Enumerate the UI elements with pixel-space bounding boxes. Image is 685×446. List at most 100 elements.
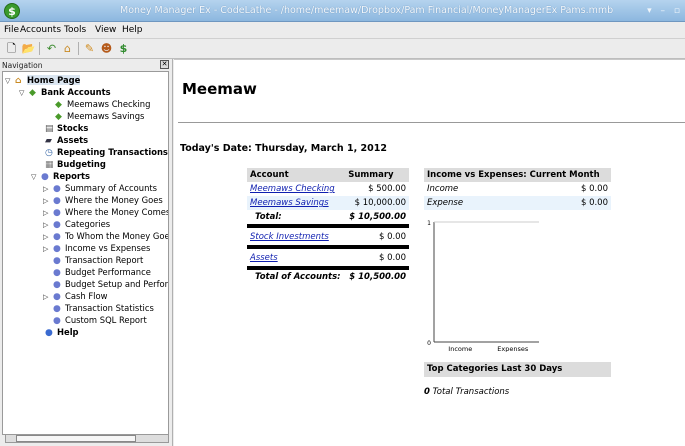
table-row: Stock Investments $ 0.00	[247, 228, 409, 245]
nav-item-label: To Whom the Money Goes	[65, 231, 169, 241]
nav-item-to-whom-money-goes[interactable]: ▷ ● To Whom the Money Goes	[43, 230, 169, 242]
nav-item-income-vs-expenses[interactable]: ▷ ● Income vs Expenses	[43, 242, 150, 254]
toolbar-separator	[78, 42, 79, 55]
navigation-header: Navigation	[2, 61, 43, 70]
nav-item-reports[interactable]: ▽ ● Reports	[31, 170, 90, 182]
nav-item-cash-flow[interactable]: ▷ ● Cash Flow	[43, 290, 107, 302]
income-label: Income	[427, 184, 459, 194]
nav-item-where-money-goes[interactable]: ▷ ● Where the Money Goes	[43, 194, 163, 206]
nav-item-categories[interactable]: ▷ ● Categories	[43, 218, 110, 230]
window-controls[interactable]: ▾ – ▫	[647, 6, 683, 16]
total-transactions-label: Total Transactions	[432, 387, 510, 397]
nav-item-label: Budget Performance	[65, 267, 151, 277]
chevron-down-icon[interactable]: ▽	[5, 75, 15, 87]
total-transactions-count: 0	[424, 387, 430, 397]
nav-item-label: Budget Setup and Performa	[65, 279, 168, 289]
menu-file[interactable]: File	[4, 25, 19, 35]
home-page-content: Meemaw Today's Date: Thursday, March 1, …	[174, 59, 685, 446]
nav-item-label: Stocks	[57, 123, 89, 133]
grand-total-label: Total of Accounts:	[255, 272, 341, 282]
expense-value: $ 0.00	[580, 198, 608, 208]
nav-item-budgeting[interactable]: ▦ Budgeting	[45, 158, 106, 170]
nav-item-repeating-transactions[interactable]: ◷ Repeating Transactions	[45, 146, 168, 158]
table-row: Income $ 0.00	[424, 182, 611, 196]
title-bar[interactable]: $ Money Manager Ex - CodeLathe - /home/m…	[0, 0, 685, 22]
nav-item-budget-setup-performance[interactable]: ●Budget Setup and Performa	[53, 278, 168, 290]
chevron-down-icon[interactable]: ▽	[31, 171, 41, 183]
nav-item-summary-of-accounts[interactable]: ▷ ● Summary of Accounts	[43, 182, 157, 194]
home-icon[interactable]: ⌂	[60, 41, 75, 56]
chart-xtick-label: Income	[448, 345, 472, 352]
income-vs-expenses-table: Income vs Expenses: Current Month Income…	[424, 168, 611, 210]
nav-item-label: Transaction Report	[65, 255, 144, 265]
income-vs-expenses-header: Income vs Expenses: Current Month	[424, 168, 611, 182]
account-link-meemaws-checking[interactable]: Meemaws Checking	[250, 184, 335, 194]
total-transactions: 0 Total Transactions	[424, 387, 509, 397]
navigation-tree: ▽ ⌂ Home Page ▽ ◆ Bank Accounts ◆ Meemaws Che…	[2, 71, 169, 435]
table-row-grand-total: Total of Accounts: $ 10,500.00	[247, 270, 409, 284]
nav-item-label: Home Page	[27, 75, 81, 85]
chart-xtick-label: Expenses	[497, 345, 529, 352]
nav-item-label: Custom SQL Report	[65, 315, 147, 325]
nav-item-label: Income vs Expenses	[65, 243, 151, 253]
nav-item-label: Meemaws Checking	[67, 99, 151, 109]
close-icon[interactable]: ✕	[160, 60, 169, 69]
assets-link[interactable]: Assets	[250, 253, 278, 263]
bank-account-icon: ◆	[29, 88, 36, 98]
pencil-icon[interactable]: ✎	[82, 41, 97, 56]
nav-item-custom-sql-report[interactable]: ● Custom SQL Report	[53, 314, 147, 326]
app-logo-icon: $	[4, 3, 20, 19]
chevron-down-icon[interactable]: ▽	[19, 87, 29, 99]
window-title: Money Manager Ex - CodeLathe - /home/mee…	[120, 5, 614, 16]
total-value: $ 10,500.00	[349, 212, 406, 222]
nav-item-stocks[interactable]: ▤ Stocks	[45, 122, 88, 134]
todays-date: Today's Date: Thursday, March 1, 2012	[180, 143, 387, 154]
chart-ytick-label: 0	[427, 340, 431, 347]
navigation-pane: Navigation ✕ ▽ ⌂ Home Page ▽ ◆ Bank Accounts…	[0, 59, 173, 446]
page-title: Meemaw	[182, 80, 257, 98]
users-icon[interactable]: ☻	[99, 41, 114, 56]
nav-item-budget-performance[interactable]: ● Budget Performance	[53, 266, 151, 278]
menu-bar: File Accounts Tools View Help	[0, 22, 685, 39]
account-balance: $ 500.00	[368, 184, 406, 194]
nav-item-transaction-statistics[interactable]: ● Transaction Statistics	[53, 302, 154, 314]
nav-item-label: Assets	[57, 135, 89, 145]
nav-item-label: Bank Accounts	[41, 87, 111, 97]
help-icon: ●	[45, 328, 53, 338]
nav-item-label: Where the Money Comes Fr	[65, 207, 169, 217]
nav-item-where-money-comes-from[interactable]: ▷●Where the Money Comes Fr	[43, 206, 169, 218]
menu-help[interactable]: Help	[122, 25, 143, 35]
toolbar-separator	[39, 42, 40, 55]
nav-item-label: Summary of Accounts	[65, 183, 158, 193]
nav-item-assets[interactable]: ▰ Assets	[45, 134, 88, 146]
account-link-meemaws-savings[interactable]: Meemaws Savings	[250, 198, 329, 208]
nav-item-home-page[interactable]: ▽ ⌂ Home Page	[5, 74, 81, 87]
menu-tools[interactable]: Tools	[64, 25, 86, 35]
chevron-right-icon[interactable]: ▷	[43, 291, 53, 303]
stock-investments-value: $ 0.00	[378, 231, 406, 242]
stock-investments-link[interactable]: Stock Investments	[250, 232, 329, 242]
nav-item-transaction-report[interactable]: ● Transaction Report	[53, 254, 143, 266]
grand-total-value: $ 10,500.00	[349, 272, 406, 282]
nav-item-label: Reports	[53, 171, 90, 181]
nav-item-help[interactable]: ● Help	[45, 326, 79, 338]
column-header-summary: Summary	[345, 168, 409, 182]
nav-item-meemaws-checking[interactable]: ◆ Meemaws Checking	[55, 98, 150, 110]
menu-view[interactable]: View	[95, 25, 116, 35]
scrollbar-thumb[interactable]	[16, 435, 136, 442]
up-icon[interactable]: ↶	[44, 41, 59, 56]
nav-item-meemaws-savings[interactable]: ◆ Meemaws Savings	[55, 110, 144, 122]
nav-item-label: Where the Money Goes	[65, 195, 163, 205]
menu-accounts[interactable]: Accounts	[20, 25, 61, 35]
nav-item-label: Transaction Statistics	[65, 303, 154, 313]
nav-item-bank-accounts[interactable]: ▽ ◆ Bank Accounts	[19, 86, 111, 98]
new-document-icon[interactable]: 🗋	[4, 41, 19, 56]
nav-item-label: Help	[57, 327, 79, 337]
horizontal-scrollbar[interactable]	[5, 434, 169, 443]
open-folder-icon[interactable]: 📂	[21, 41, 36, 56]
dollar-icon[interactable]: $	[116, 41, 131, 56]
nav-item-label: Meemaws Savings	[67, 111, 145, 121]
chevron-right-icon[interactable]: ▷	[43, 243, 53, 255]
assets-value: $ 0.00	[378, 252, 406, 263]
nav-item-label: Budgeting	[57, 159, 106, 169]
